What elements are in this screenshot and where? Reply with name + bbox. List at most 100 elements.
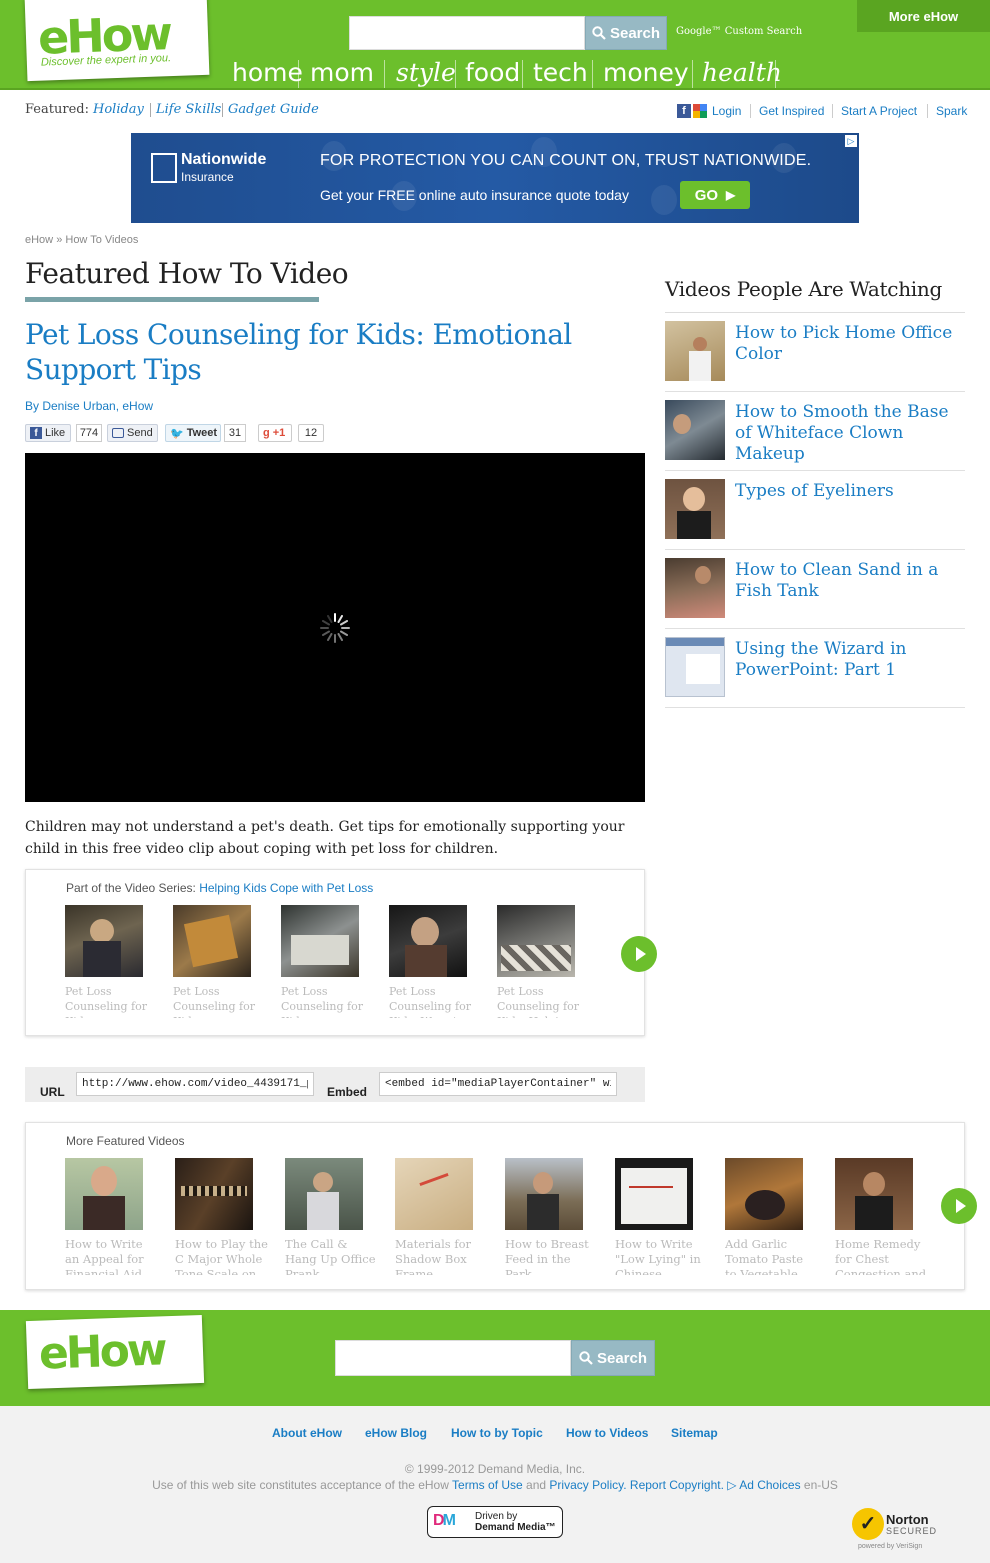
featured-caption-5[interactable]: How to Breast Feed in the Park xyxy=(505,1237,597,1275)
series-thumb-3[interactable] xyxy=(281,905,359,977)
series-caption-5[interactable]: Pet Loss Counseling for Kids: Helping xyxy=(497,984,583,1018)
featured-thumb-5[interactable] xyxy=(505,1158,583,1230)
footer-link-topic[interactable]: How to by Topic xyxy=(451,1426,543,1440)
footer-search-input[interactable] xyxy=(335,1340,571,1376)
related-thumb-4[interactable] xyxy=(665,558,725,618)
embed-field[interactable] xyxy=(379,1072,617,1096)
login-link[interactable]: Login xyxy=(712,104,741,118)
nav-health[interactable]: health xyxy=(702,56,782,90)
thumb-figure xyxy=(629,1186,673,1188)
thumb-figure xyxy=(621,1168,687,1224)
featured-caption-6[interactable]: How to Write "Low Lying" in Chinese xyxy=(615,1237,707,1275)
footer-search-button[interactable]: Search xyxy=(571,1340,655,1376)
featured-link-life-skills[interactable]: Life Skills xyxy=(156,102,221,117)
series-thumb-2[interactable] xyxy=(173,905,251,977)
footer-link-blog[interactable]: eHow Blog xyxy=(365,1426,427,1440)
byline[interactable]: By Denise Urban, eHow xyxy=(25,399,153,413)
google-icon[interactable] xyxy=(693,104,707,118)
featured-link-gadget-guide[interactable]: Gadget Guide xyxy=(228,102,319,117)
related-link-4[interactable]: How to Clean Sand in a Fish Tank xyxy=(735,560,965,602)
report-copyright-link[interactable]: Report Copyright. xyxy=(630,1478,724,1492)
facebook-icon[interactable]: f xyxy=(677,104,691,118)
featured-caption-1[interactable]: How to Write an Appeal for Financial Aid xyxy=(65,1237,157,1275)
facebook-send-button[interactable]: Send xyxy=(107,424,158,442)
footer-link-about[interactable]: About eHow xyxy=(272,1426,342,1440)
search-button[interactable]: Search xyxy=(585,16,667,50)
related-video-4[interactable]: How to Clean Sand in a Fish Tank xyxy=(665,558,965,629)
featured-thumb-2[interactable] xyxy=(175,1158,253,1230)
ad-choices-link[interactable]: Ad Choices xyxy=(739,1478,800,1492)
privacy-link[interactable]: Privacy Policy. xyxy=(549,1478,626,1492)
norton-secured-label: SECURED xyxy=(886,1526,938,1536)
series-caption-1[interactable]: Pet Loss Counseling for Kids: Euthanizin… xyxy=(65,984,151,1018)
related-link-2[interactable]: How to Smooth the Base of Whiteface Clow… xyxy=(735,402,965,465)
featured-thumb-3[interactable] xyxy=(285,1158,363,1230)
nav-mom[interactable]: mom xyxy=(310,56,374,90)
google-plus-one-button[interactable]: g +1 xyxy=(258,424,292,442)
featured-caption-8[interactable]: Home Remedy for Chest Congestion and Cou… xyxy=(835,1237,935,1275)
featured-thumb-4[interactable] xyxy=(395,1158,473,1230)
spark-link[interactable]: Spark xyxy=(936,104,967,118)
featured-thumb-7[interactable] xyxy=(725,1158,803,1230)
nav-style[interactable]: style xyxy=(396,56,456,90)
footer-link-videos[interactable]: How to Videos xyxy=(566,1426,648,1440)
related-thumb-5[interactable] xyxy=(665,637,725,697)
breadcrumb-home[interactable]: eHow xyxy=(25,234,53,246)
loading-spinner-icon xyxy=(320,613,350,643)
search-input[interactable] xyxy=(349,16,585,50)
nav-tech[interactable]: tech xyxy=(533,56,588,90)
tweet-button[interactable]: 🐦 Tweet xyxy=(165,424,221,442)
ad-choices-icon[interactable]: ▷ xyxy=(845,135,857,147)
get-inspired-link[interactable]: Get Inspired xyxy=(759,104,824,118)
featured-caption-4[interactable]: Materials for Shadow Box Frame xyxy=(395,1237,487,1275)
breadcrumb-videos[interactable]: How To Videos xyxy=(65,234,138,246)
featured-caption-3[interactable]: The Call & Hang Up Office Prank xyxy=(285,1237,377,1275)
series-caption-2[interactable]: Pet Loss Counseling for Kids: Children's xyxy=(173,984,259,1018)
nationwide-banner-ad[interactable]: Nationwide Insurance FOR PROTECTION YOU … xyxy=(131,133,859,223)
start-a-project-link[interactable]: Start A Project xyxy=(841,104,917,118)
norton-secured-badge[interactable]: ✓ Norton SECURED powered by VeriSign xyxy=(852,1506,944,1556)
series-caption-3[interactable]: Pet Loss Counseling for Kids: xyxy=(281,984,367,1018)
nav-home[interactable]: home xyxy=(232,56,303,90)
related-thumb-2[interactable] xyxy=(665,400,725,460)
featured-thumb-1[interactable] xyxy=(65,1158,143,1230)
nav-money[interactable]: money xyxy=(603,56,689,90)
demand-media-badge[interactable]: DM Driven by Demand Media™ xyxy=(427,1506,563,1538)
related-link-1[interactable]: How to Pick Home Office Color xyxy=(735,323,965,365)
terms-link[interactable]: Terms of Use xyxy=(452,1478,523,1492)
thumb-figure xyxy=(83,941,121,977)
video-player[interactable] xyxy=(25,453,645,802)
footer-logo-card[interactable]: eHow xyxy=(25,1314,205,1390)
footer-link-sitemap[interactable]: Sitemap xyxy=(671,1426,718,1440)
related-video-2[interactable]: How to Smooth the Base of Whiteface Clow… xyxy=(665,400,965,471)
related-thumb-1[interactable] xyxy=(665,321,725,381)
thumb-figure xyxy=(405,945,447,977)
featured-link-holiday[interactable]: Holiday xyxy=(93,102,144,117)
divider xyxy=(927,104,928,118)
featured-next-button[interactable] xyxy=(941,1188,977,1224)
featured-caption-7[interactable]: Add Garlic Tomato Paste to Vegetable Sou… xyxy=(725,1237,817,1275)
more-ehow-button[interactable]: More eHow xyxy=(857,0,990,32)
nav-food[interactable]: food xyxy=(465,56,520,90)
ad-go-button[interactable]: GO ▶ xyxy=(680,181,750,209)
series-thumb-5[interactable] xyxy=(497,905,575,977)
featured-thumb-8[interactable] xyxy=(835,1158,913,1230)
thumb-figure xyxy=(863,1172,885,1196)
series-name-link[interactable]: Helping Kids Cope with Pet Loss xyxy=(199,881,373,895)
facebook-like-button[interactable]: f Like xyxy=(25,424,71,442)
series-thumb-1[interactable] xyxy=(65,905,143,977)
ad-choices-icon[interactable]: ▷ xyxy=(727,1478,736,1492)
logo-card[interactable]: eHow Discover the expert in you. xyxy=(24,0,210,82)
related-thumb-3[interactable] xyxy=(665,479,725,539)
related-video-1[interactable]: How to Pick Home Office Color xyxy=(665,321,965,392)
url-field[interactable] xyxy=(76,1072,314,1096)
series-thumb-4[interactable] xyxy=(389,905,467,977)
series-next-button[interactable] xyxy=(621,936,657,972)
featured-caption-2[interactable]: How to Play the C Major Whole Tone Scale… xyxy=(175,1237,277,1275)
related-link-5[interactable]: Using the Wizard in PowerPoint: Part 1 xyxy=(735,639,965,681)
related-link-3[interactable]: Types of Eyeliners xyxy=(735,481,894,502)
featured-thumb-6[interactable] xyxy=(615,1158,693,1230)
related-video-5[interactable]: Using the Wizard in PowerPoint: Part 1 xyxy=(665,637,965,708)
related-video-3[interactable]: Types of Eyeliners xyxy=(665,479,965,550)
series-caption-4[interactable]: Pet Loss Counseling for Kids: Ways to xyxy=(389,984,475,1018)
